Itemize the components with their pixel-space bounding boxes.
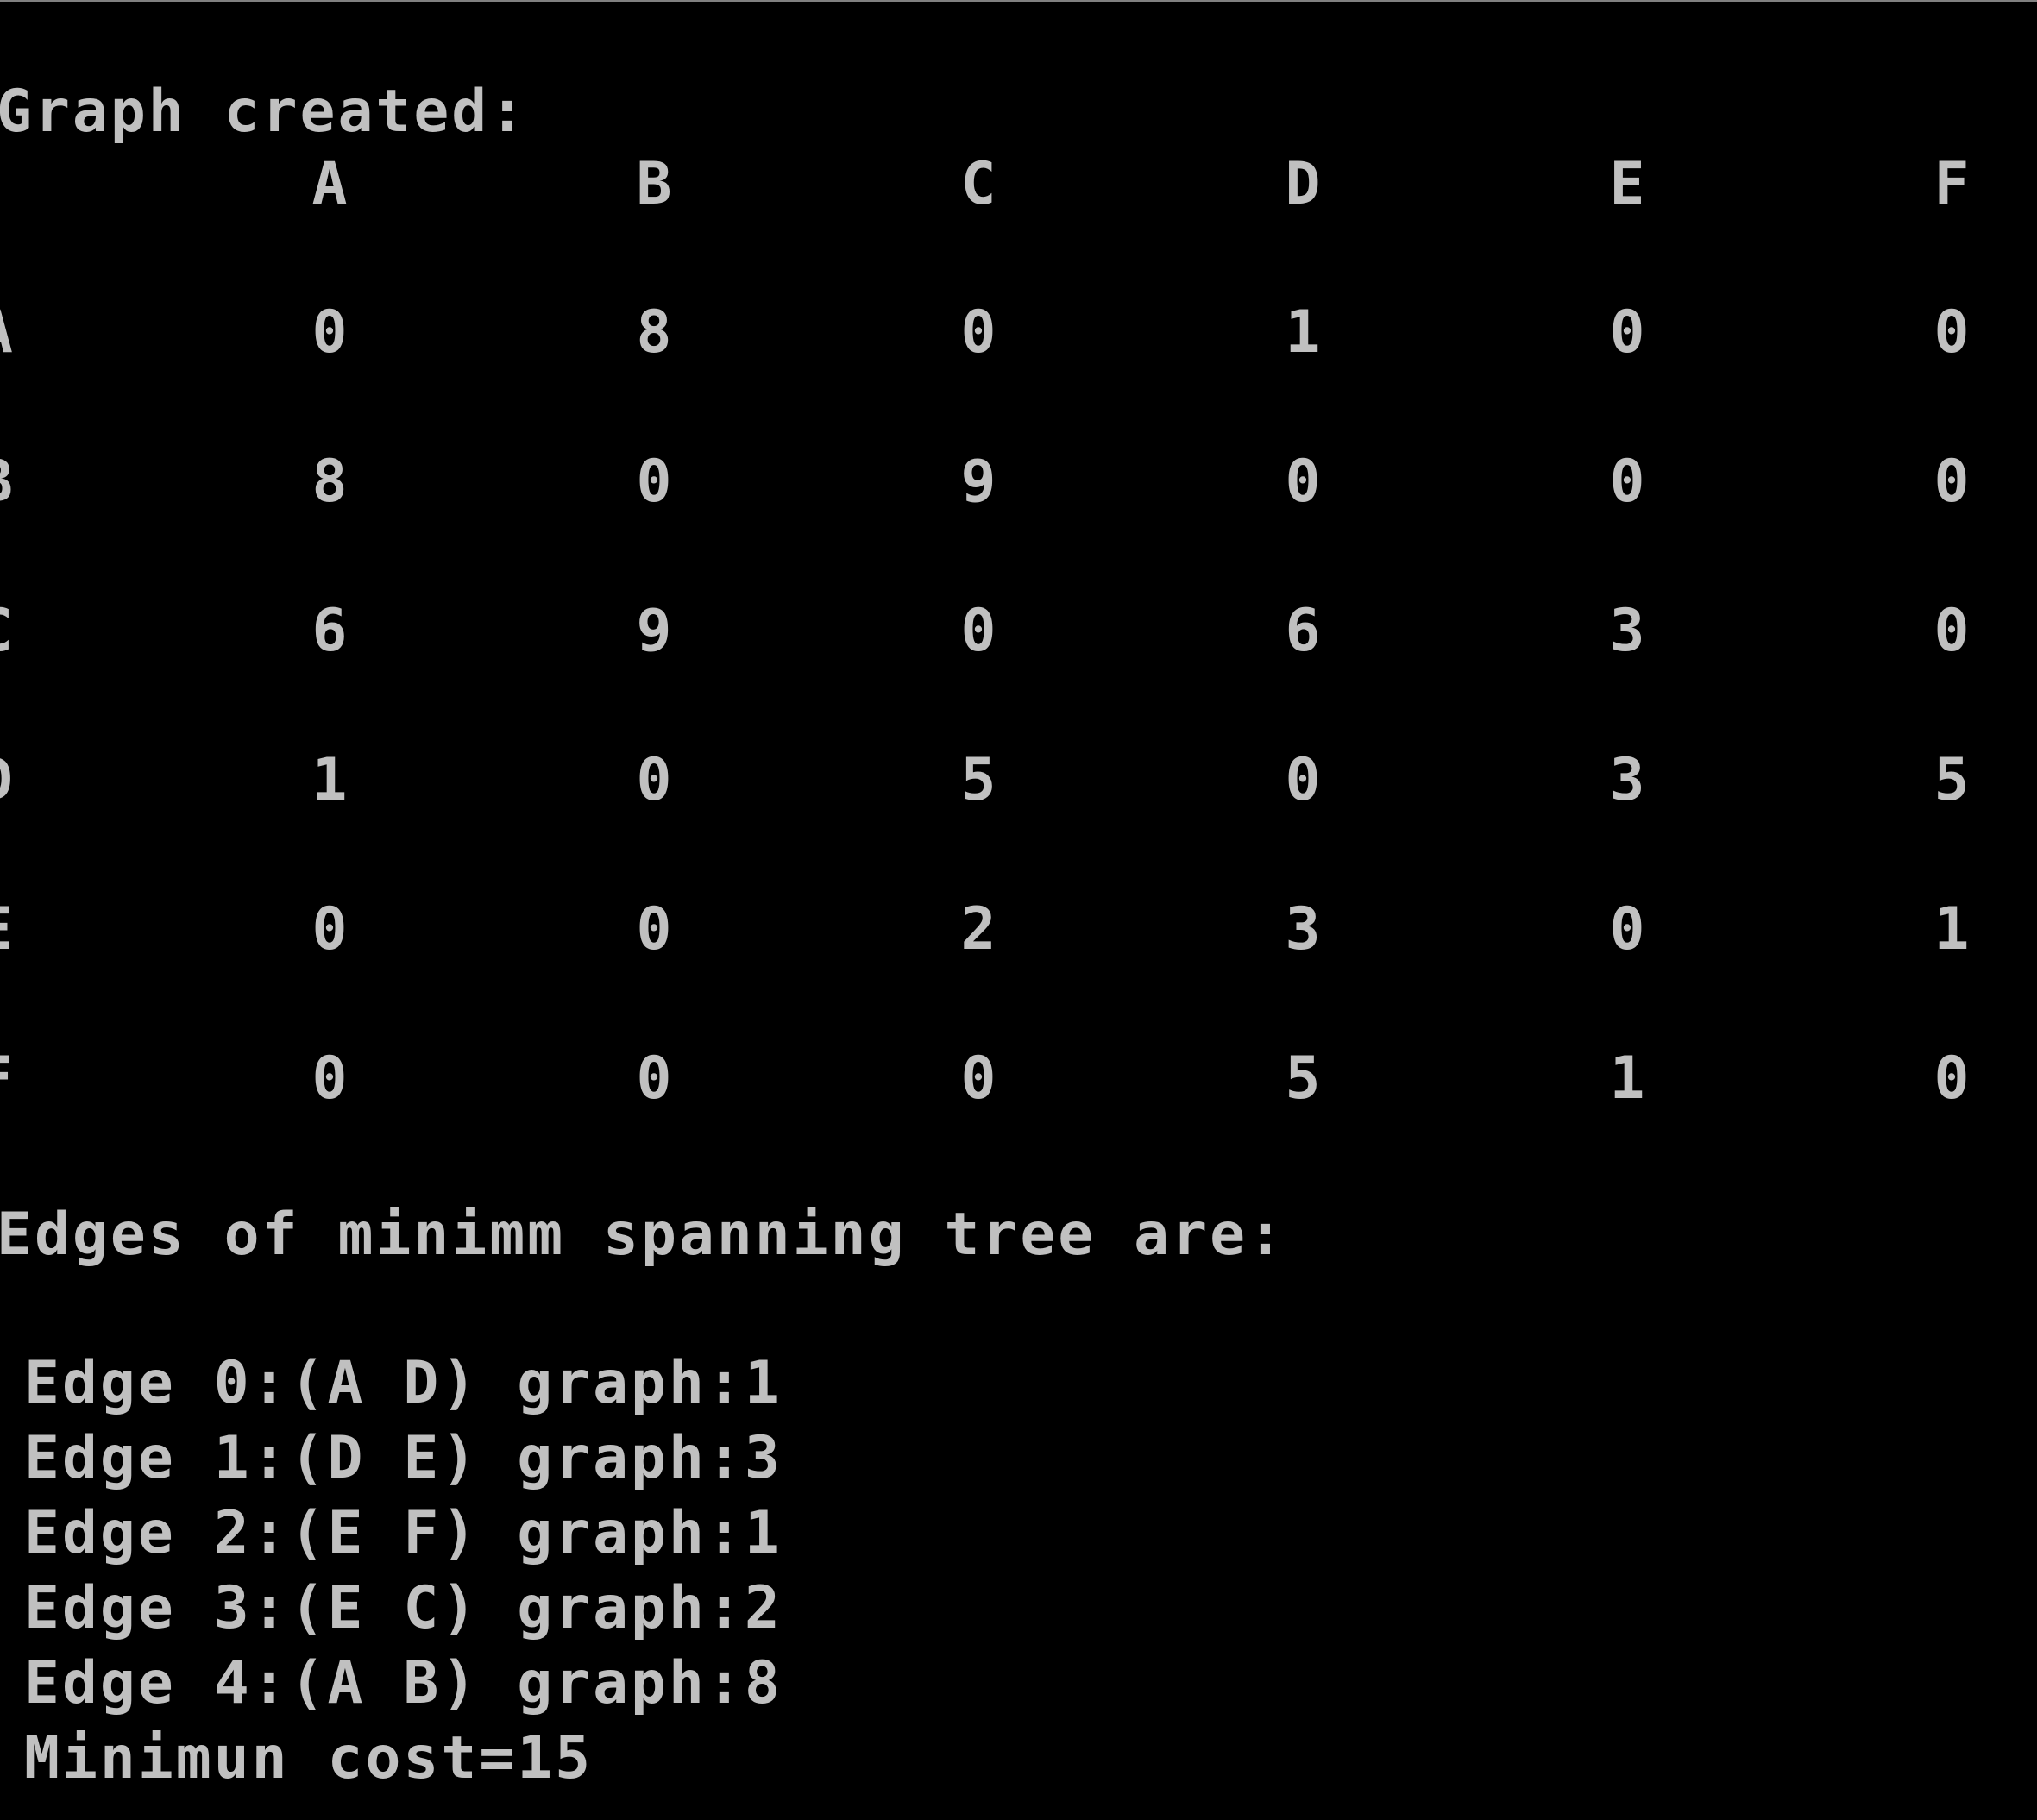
row-label: A [0,298,13,367]
graph-header: Graph created: [0,78,528,146]
matrix-cell: 1 [1285,298,1321,367]
matrix-cell: 3 [1609,597,1645,665]
matrix-cell: 0 [636,895,672,963]
matrix-cell: 0 [960,597,996,665]
row-label: E [0,895,13,964]
matrix-cell: 0 [311,895,348,963]
row-label: B [0,448,13,517]
matrix-cell: 0 [636,746,672,814]
matrix-cell: 6 [1285,597,1321,665]
row-label: C [0,597,13,666]
matrix-cell: 1 [1609,1045,1645,1113]
matrix-cell: 5 [1285,1045,1321,1113]
matrix-cell: 0 [1933,1045,1970,1113]
column-header: D [1285,150,1321,218]
edge-line: Edge 0:(A D) graph:1 [24,1349,783,1417]
matrix-cell: 8 [311,448,348,516]
edge-line: Edge 4:(A B) graph:8 [24,1649,783,1717]
matrix-cell: 0 [1609,448,1645,516]
matrix-cell: 5 [1933,746,1970,814]
matrix-cell: 0 [1609,298,1645,367]
matrix-cell: 1 [311,746,348,814]
matrix-cell: 1 [1933,895,1970,963]
matrix-cell: 9 [960,448,996,516]
column-header: C [960,150,996,218]
matrix-cell: 0 [1609,895,1645,963]
edge-line: Edge 3:(E C) graph:2 [24,1574,783,1642]
matrix-cell: 2 [960,895,996,963]
row-label: F [0,1045,13,1114]
matrix-cell: 0 [1933,448,1970,516]
mst-title: Edges of minimm spanning tree are: [0,1201,1286,1269]
matrix-cell: 0 [1285,746,1321,814]
matrix-cell: 0 [1285,448,1321,516]
matrix-cell: 3 [1609,746,1645,814]
minimum-cost: Minimun cost=15 [24,1724,594,1792]
row-label: D [0,746,13,815]
console-window: Graph created: A B C D E F A 0 8 0 1 0 0 B 8 0 9 0 0 0 C 6 9 0… [0,0,2037,1820]
matrix-cell: 8 [636,298,672,367]
matrix-cell: 3 [1285,895,1321,963]
matrix-cell: 0 [311,298,348,367]
matrix-cell: 0 [311,1045,348,1113]
edge-line: Edge 2:(E F) graph:1 [24,1499,783,1567]
matrix-cell: 0 [1933,597,1970,665]
column-header: A [311,150,348,218]
matrix-cell: 0 [636,448,672,516]
matrix-cell: 0 [960,1045,996,1113]
matrix-cell: 0 [960,298,996,367]
column-header: F [1933,150,1970,218]
matrix-cell: 0 [636,1045,672,1113]
matrix-cell: 5 [960,746,996,814]
matrix-cell: 0 [1933,298,1970,367]
edge-line: Edge 1:(D E) graph:3 [24,1424,783,1492]
column-header: B [636,150,672,218]
matrix-cell: 6 [311,597,348,665]
matrix-cell: 9 [636,597,672,665]
column-header: E [1609,150,1645,218]
